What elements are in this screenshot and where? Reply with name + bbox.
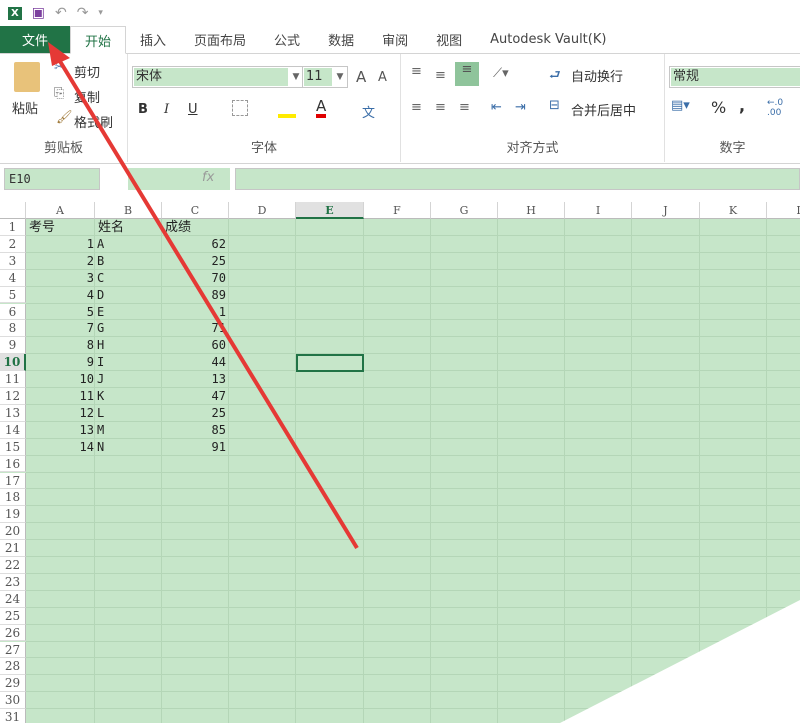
page-curl <box>560 600 800 723</box>
annotation-overlay <box>48 42 800 723</box>
red-arrow-line <box>56 56 359 550</box>
red-arrow-head <box>48 42 70 66</box>
